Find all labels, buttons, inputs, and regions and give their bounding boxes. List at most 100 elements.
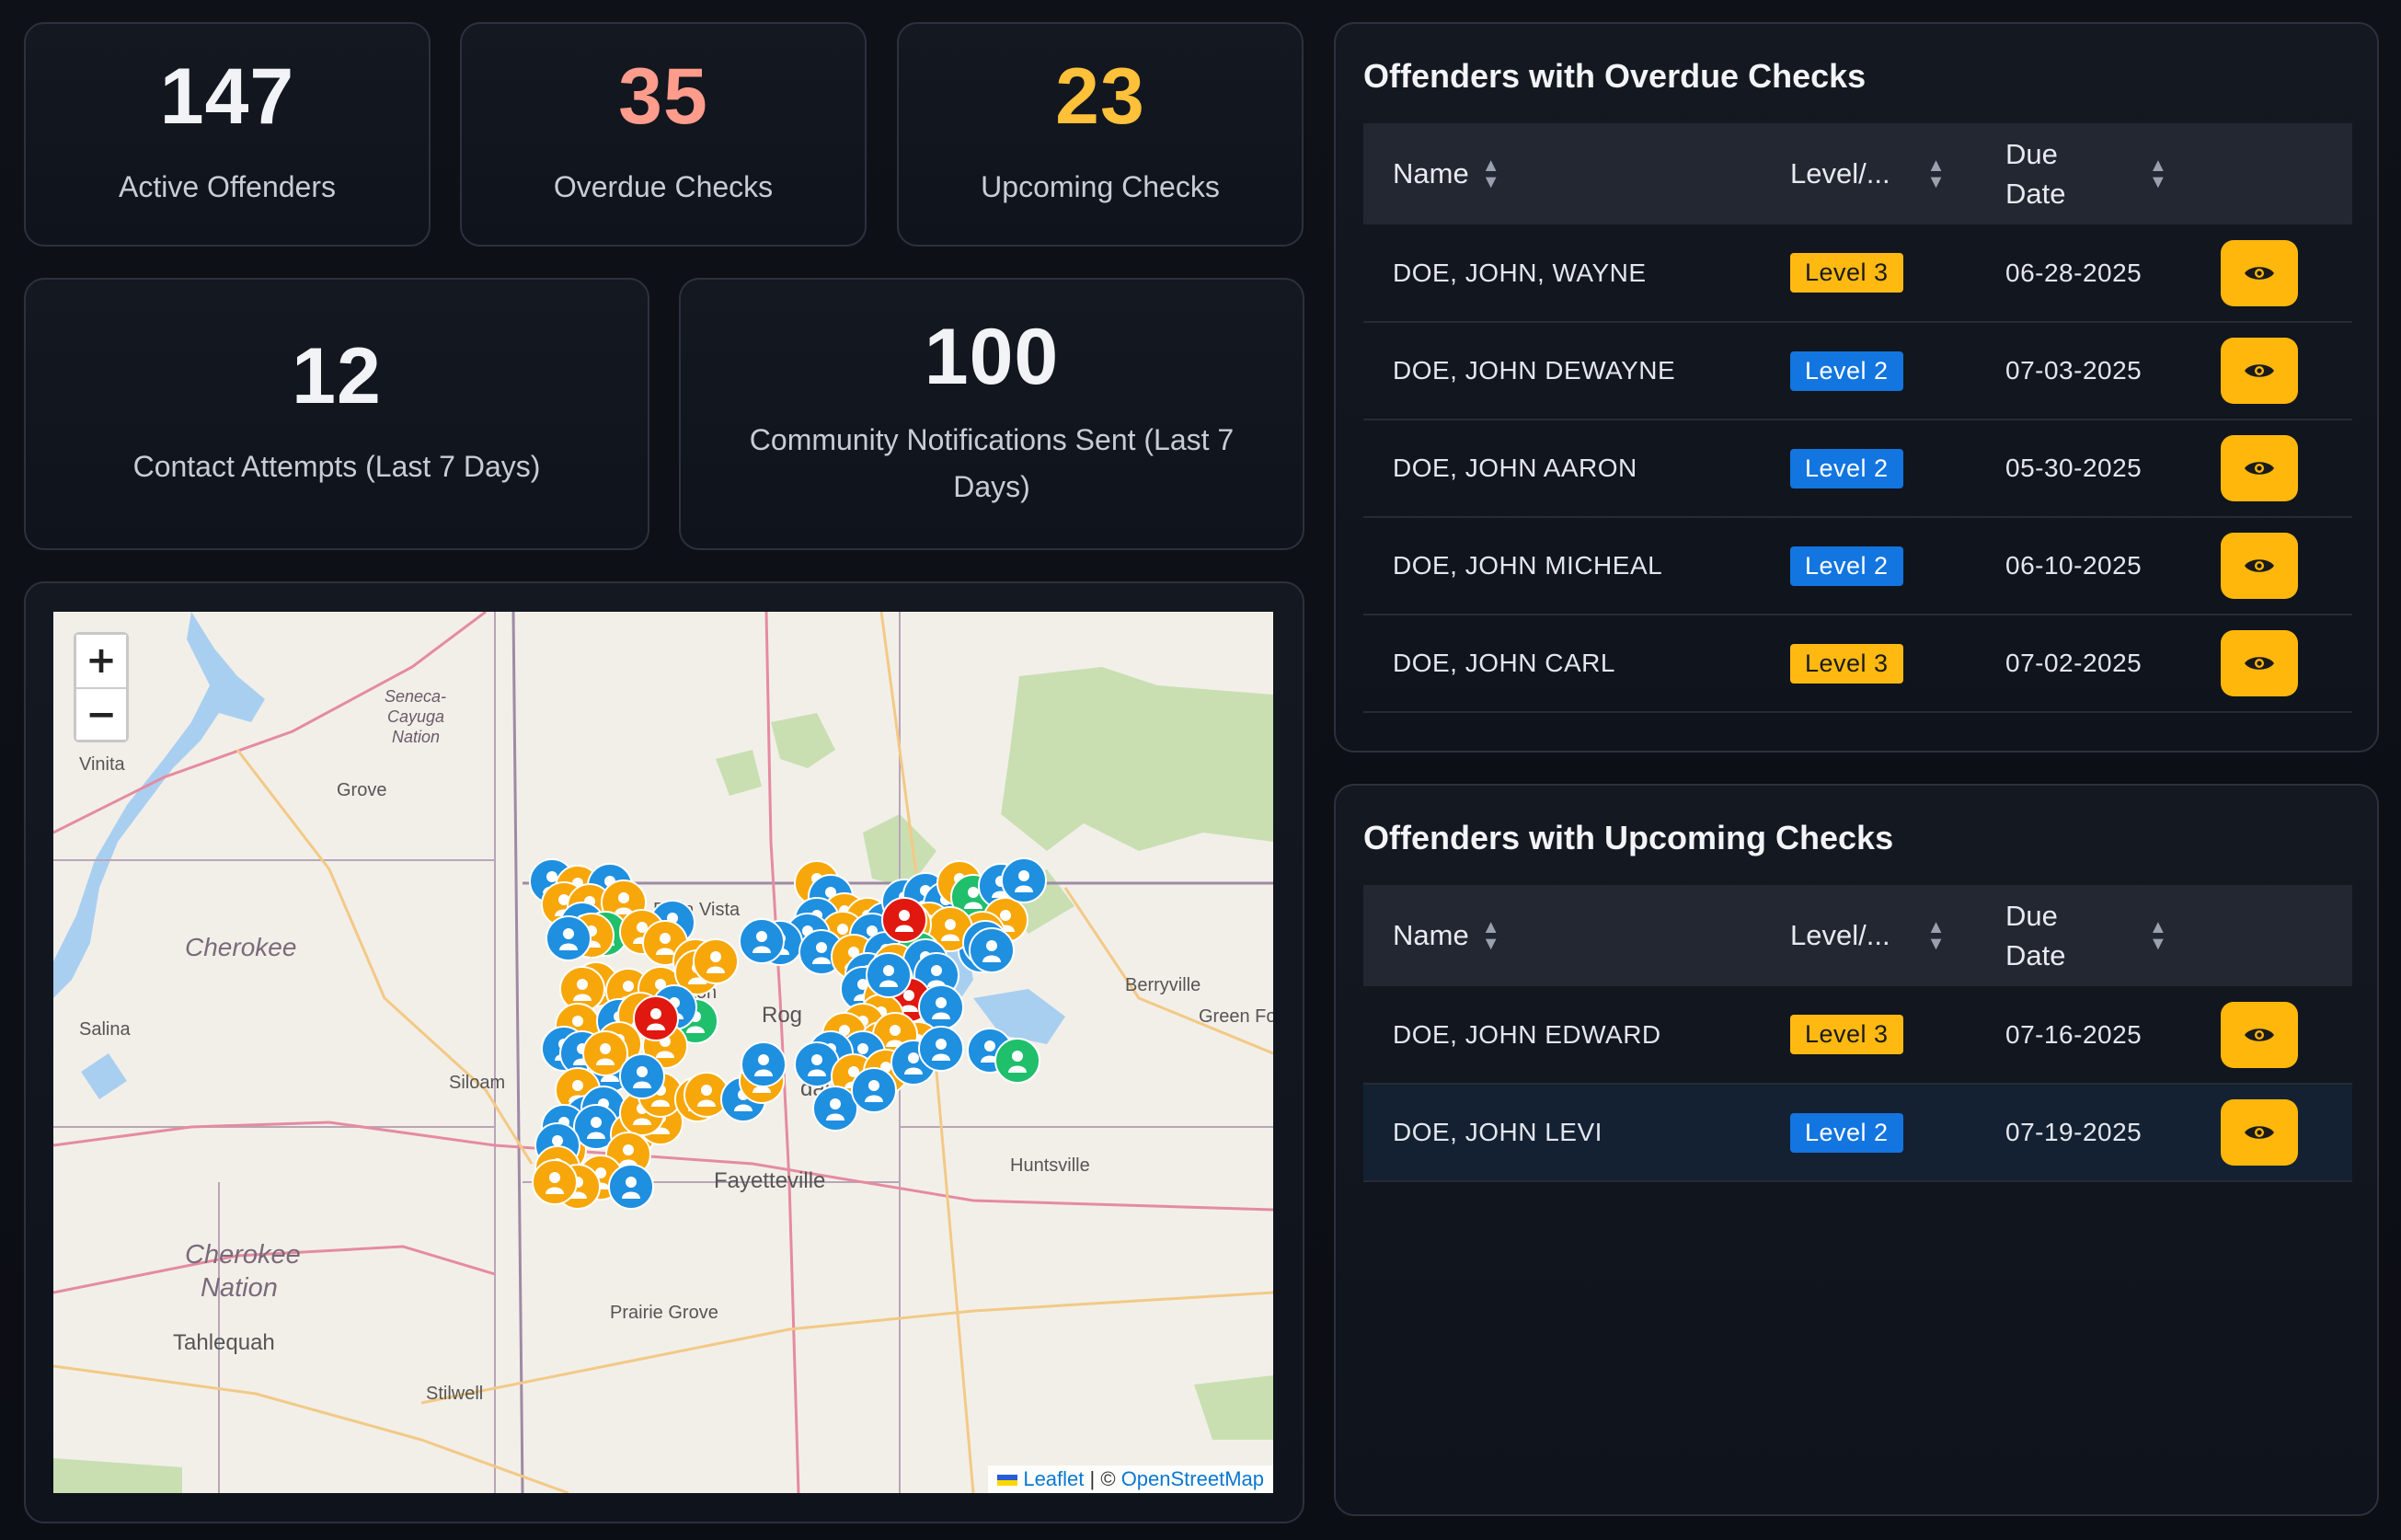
overdue-panel-title: Offenders with Overdue Checks: [1363, 57, 1867, 95]
row-name: DOE, JOHN EDWARD: [1363, 986, 1790, 1085]
sort-icon[interactable]: ▲ ▼: [1927, 156, 1946, 191]
offender-marker[interactable]: [619, 1053, 665, 1099]
table-row[interactable]: DOE, JOHN, WAYNE Level 3 06-28-2025: [1363, 224, 2352, 323]
view-button[interactable]: [2221, 1099, 2298, 1166]
offender-marker[interactable]: [812, 1086, 858, 1132]
offender-marker[interactable]: [969, 927, 1015, 973]
sort-icon[interactable]: ▲ ▼: [1927, 918, 1946, 953]
offender-marker[interactable]: [739, 918, 785, 964]
eye-icon: [2243, 263, 2276, 283]
sort-icon[interactable]: ▲ ▼: [2149, 918, 2167, 953]
overdue-table: Name ▲ ▼ Level/... ▲ ▼ Due Date ▲ ▼ DOE, JOHN,…: [1363, 123, 2352, 713]
row-name: DOE, JOHN AARON: [1363, 419, 1790, 518]
level-badge: Level 2: [1790, 351, 1903, 391]
offender-marker[interactable]: [693, 938, 739, 984]
place-vinita: Vinita: [79, 754, 126, 775]
table-row[interactable]: DOE, JOHN AARON Level 2 05-30-2025: [1363, 419, 2352, 518]
offender-marker[interactable]: [532, 1159, 578, 1205]
row-level-cell: Level 2: [1790, 322, 2005, 420]
col-level-header[interactable]: Level/... ▲ ▼: [1790, 885, 2005, 986]
eye-icon: [2243, 1025, 2276, 1045]
row-name: DOE, JOHN DEWAYNE: [1363, 322, 1790, 420]
col-due-header[interactable]: Due Date ▲ ▼: [2005, 885, 2221, 986]
row-level-cell: Level 2: [1790, 1084, 2005, 1182]
col-name-header[interactable]: Name ▲ ▼: [1363, 885, 1790, 986]
sort-icon[interactable]: ▲ ▼: [2149, 156, 2167, 191]
community-notifications-count: 100: [924, 312, 1060, 401]
offender-marker[interactable]: [608, 1164, 654, 1210]
row-action-cell: [2221, 1084, 2352, 1182]
table-row[interactable]: DOE, JOHN CARL Level 3 07-02-2025: [1363, 615, 2352, 713]
offender-marker[interactable]: [633, 995, 679, 1041]
zoom-control: + −: [74, 632, 129, 742]
row-level-cell: Level 3: [1790, 615, 2005, 713]
row-action-cell: [2221, 322, 2352, 420]
offender-marker[interactable]: [1001, 857, 1047, 903]
overdue-table-header: Name ▲ ▼ Level/... ▲ ▼ Due Date ▲ ▼: [1363, 123, 2352, 224]
zoom-in-button[interactable]: +: [76, 635, 126, 687]
map-attribution: Leaflet | © OpenStreetMap: [988, 1465, 1273, 1493]
row-name: DOE, JOHN MICHEAL: [1363, 517, 1790, 615]
row-action-cell: [2221, 419, 2352, 518]
col-due-label: Due Date: [2005, 137, 2066, 210]
row-level-cell: Level 3: [1790, 986, 2005, 1085]
table-row[interactable]: DOE, JOHN LEVI Level 2 07-19-2025: [1363, 1084, 2352, 1182]
offender-marker[interactable]: [918, 1026, 964, 1072]
offender-marker[interactable]: [994, 1038, 1040, 1084]
place-berryville: Berryville: [1125, 975, 1200, 995]
table-row[interactable]: DOE, JOHN DEWAYNE Level 2 07-03-2025: [1363, 322, 2352, 420]
offender-marker[interactable]: [851, 1067, 897, 1113]
view-button[interactable]: [2221, 1001, 2298, 1068]
upcoming-panel-title: Offenders with Upcoming Checks: [1363, 819, 1894, 856]
col-due-header[interactable]: Due Date ▲ ▼: [2005, 123, 2221, 224]
place-cherokee-a: Cherokee: [185, 933, 296, 961]
overdue-checks-panel: Offenders with Overdue Checks Name ▲ ▼ Lev…: [1334, 22, 2379, 753]
view-button[interactable]: [2221, 435, 2298, 501]
zoom-out-button[interactable]: −: [76, 687, 126, 740]
osm-link[interactable]: OpenStreetMap: [1121, 1467, 1264, 1490]
region-cherokee-2: Nation: [201, 1273, 278, 1303]
offender-map[interactable]: Seneca- Cayuga Nation Vinita Grove Bella…: [53, 612, 1273, 1493]
offender-marker[interactable]: [741, 1041, 787, 1087]
view-button[interactable]: [2221, 533, 2298, 599]
sort-icon[interactable]: ▲ ▼: [1482, 156, 1500, 191]
active-offenders-count: 147: [159, 52, 295, 142]
sort-icon[interactable]: ▲ ▼: [1482, 918, 1500, 953]
level-badge: Level 3: [1790, 253, 1903, 293]
row-action-cell: [2221, 224, 2352, 323]
view-button[interactable]: [2221, 630, 2298, 696]
offender-marker[interactable]: [866, 952, 912, 998]
row-name: DOE, JOHN, WAYNE: [1363, 224, 1790, 323]
col-name-label: Name: [1393, 157, 1469, 190]
offender-marker[interactable]: [546, 915, 592, 961]
upcoming-checks-panel: Offenders with Upcoming Checks Name ▲ ▼ Le…: [1334, 784, 2379, 1516]
col-name-label: Name: [1393, 919, 1469, 951]
col-name-header[interactable]: Name ▲ ▼: [1363, 123, 1790, 224]
eye-icon: [2243, 556, 2276, 576]
eye-icon: [2243, 1122, 2276, 1143]
map-tiles[interactable]: Seneca- Cayuga Nation Vinita Grove Bella…: [53, 612, 1273, 1493]
view-button[interactable]: [2221, 338, 2298, 404]
col-level-label: Level/...: [1790, 919, 1890, 951]
attribution-separator: | ©: [1089, 1467, 1116, 1490]
table-row[interactable]: DOE, JOHN EDWARD Level 3 07-16-2025: [1363, 986, 2352, 1085]
view-button[interactable]: [2221, 239, 2298, 306]
place-seneca-3: Nation: [392, 728, 440, 746]
place-fayetteville: Fayetteville: [714, 1168, 825, 1193]
place-stilwell: Stilwell: [426, 1384, 483, 1404]
stat-card-contact-attempts: 12 Contact Attempts (Last 7 Days): [24, 278, 649, 550]
place-seneca-2: Cayuga: [387, 707, 444, 726]
level-badge: Level 2: [1790, 546, 1903, 586]
eye-icon: [2243, 458, 2276, 478]
col-level-header[interactable]: Level/... ▲ ▼: [1790, 123, 2005, 224]
place-siloam: Siloam: [449, 1073, 505, 1093]
stat-card-active-offenders: 147 Active Offenders: [24, 22, 431, 247]
leaflet-link[interactable]: Leaflet: [1023, 1467, 1084, 1490]
overdue-checks-count: 35: [618, 52, 708, 142]
col-action-header: [2221, 885, 2352, 986]
row-due-date: 07-19-2025: [2005, 1084, 2221, 1182]
table-row[interactable]: DOE, JOHN MICHEAL Level 2 06-10-2025: [1363, 517, 2352, 615]
row-action-cell: [2221, 517, 2352, 615]
level-badge: Level 3: [1790, 1015, 1903, 1054]
offender-marker[interactable]: [881, 897, 927, 943]
